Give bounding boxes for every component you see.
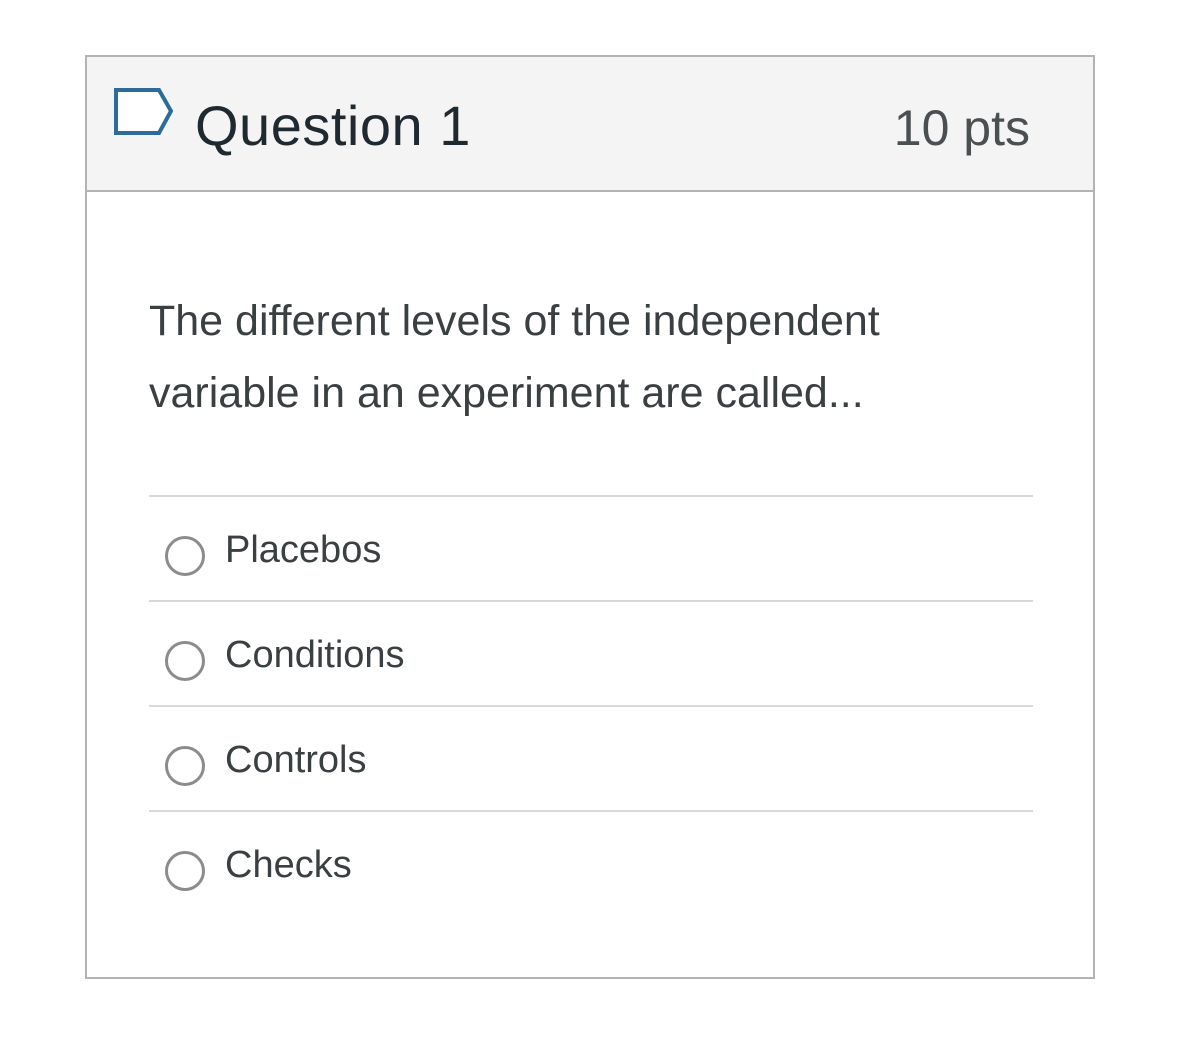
radio-button[interactable] [165, 536, 205, 576]
question-points: 10 pts [893, 100, 1030, 156]
answer-option-conditions[interactable]: Conditions [149, 600, 1033, 705]
answer-label[interactable]: Checks [225, 840, 352, 890]
question-text: The different levels of the independent … [149, 297, 880, 417]
radio-button[interactable] [165, 851, 205, 891]
answer-option-checks[interactable]: Checks [149, 810, 1033, 915]
question-header: Question 1 10 pts [87, 57, 1093, 192]
answer-list: Placebos Conditions Controls Checks [149, 495, 1033, 915]
answer-label[interactable]: Conditions [225, 630, 405, 680]
answer-label[interactable]: Controls [225, 735, 367, 785]
question-card: Question 1 10 pts The different levels o… [85, 55, 1095, 979]
answer-option-controls[interactable]: Controls [149, 705, 1033, 810]
question-title: Question 1 [195, 94, 471, 157]
radio-button[interactable] [165, 641, 205, 681]
radio-button[interactable] [165, 746, 205, 786]
answer-label[interactable]: Placebos [225, 525, 381, 575]
flag-question-icon[interactable] [113, 87, 175, 137]
answer-option-placebos[interactable]: Placebos [149, 495, 1033, 600]
